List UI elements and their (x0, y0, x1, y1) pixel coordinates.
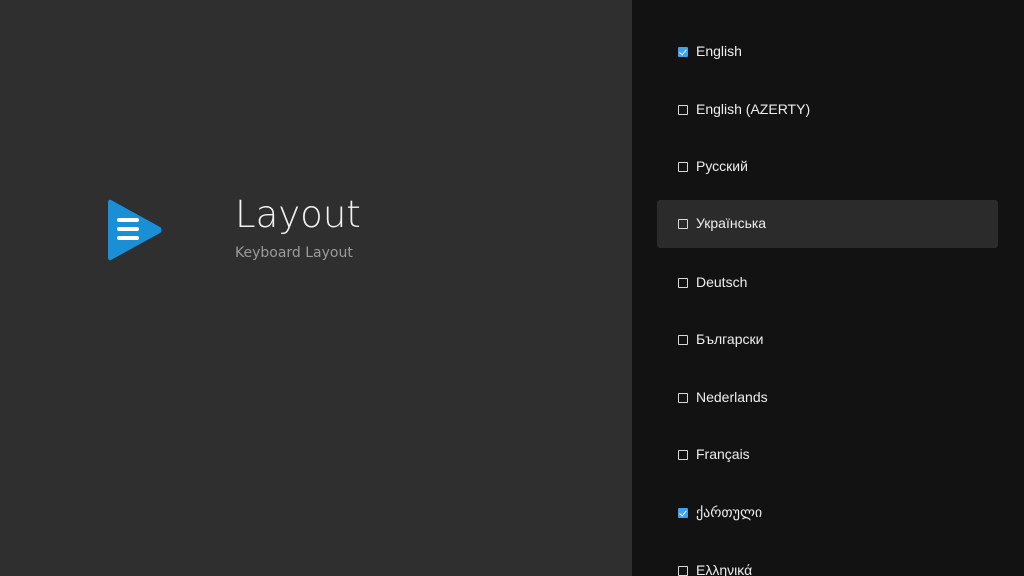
options-panel[interactable]: English English (AZERTY) Русский Українська… (632, 0, 1024, 576)
layout-option-label: Български (696, 331, 764, 347)
layout-option-label: English (696, 43, 742, 59)
unchecked-checkbox-icon[interactable] (678, 278, 688, 288)
keyboard-layout-screen: Layout Keyboard Layout English English (A… (0, 0, 1024, 576)
app-logo-icon (108, 199, 162, 261)
layout-option[interactable]: Ελληνικά (657, 547, 998, 576)
layout-option[interactable]: English (AZERTY) (657, 86, 998, 134)
layout-option[interactable]: Nederlands (657, 374, 998, 422)
layout-option-label: Nederlands (696, 389, 768, 405)
unchecked-checkbox-icon[interactable] (678, 105, 688, 115)
page-subtitle: Keyboard Layout (235, 245, 353, 261)
unchecked-checkbox-icon[interactable] (678, 450, 688, 460)
page-title: Layout (235, 193, 361, 236)
layout-option-label: Русский (696, 158, 748, 174)
layout-option[interactable]: Deutsch (657, 259, 998, 307)
layout-option[interactable]: Français (657, 431, 998, 479)
unchecked-checkbox-icon[interactable] (678, 335, 688, 345)
unchecked-checkbox-icon[interactable] (678, 393, 688, 403)
guidance-panel: Layout Keyboard Layout (0, 0, 632, 576)
layout-option[interactable]: Русский (657, 143, 998, 191)
layout-option-label: English (AZERTY) (696, 101, 811, 117)
layout-option[interactable]: Українська (657, 200, 998, 248)
layout-option-label: Deutsch (696, 274, 748, 290)
unchecked-checkbox-icon[interactable] (678, 566, 688, 576)
layout-option-list: English English (AZERTY) Русский Українська… (632, 0, 1024, 576)
layout-option-label: ქართული (696, 504, 763, 520)
layout-option[interactable]: ქართული (657, 489, 998, 537)
unchecked-checkbox-icon[interactable] (678, 219, 688, 229)
checked-checkbox-icon[interactable] (678, 508, 688, 518)
unchecked-checkbox-icon[interactable] (678, 162, 688, 172)
layout-option-label: Français (696, 446, 750, 462)
layout-option-label: Ελληνικά (696, 562, 753, 576)
layout-option[interactable]: English (657, 28, 998, 76)
checked-checkbox-icon[interactable] (678, 47, 688, 57)
layout-option-label: Українська (696, 215, 767, 231)
layout-option[interactable]: Български (657, 316, 998, 364)
